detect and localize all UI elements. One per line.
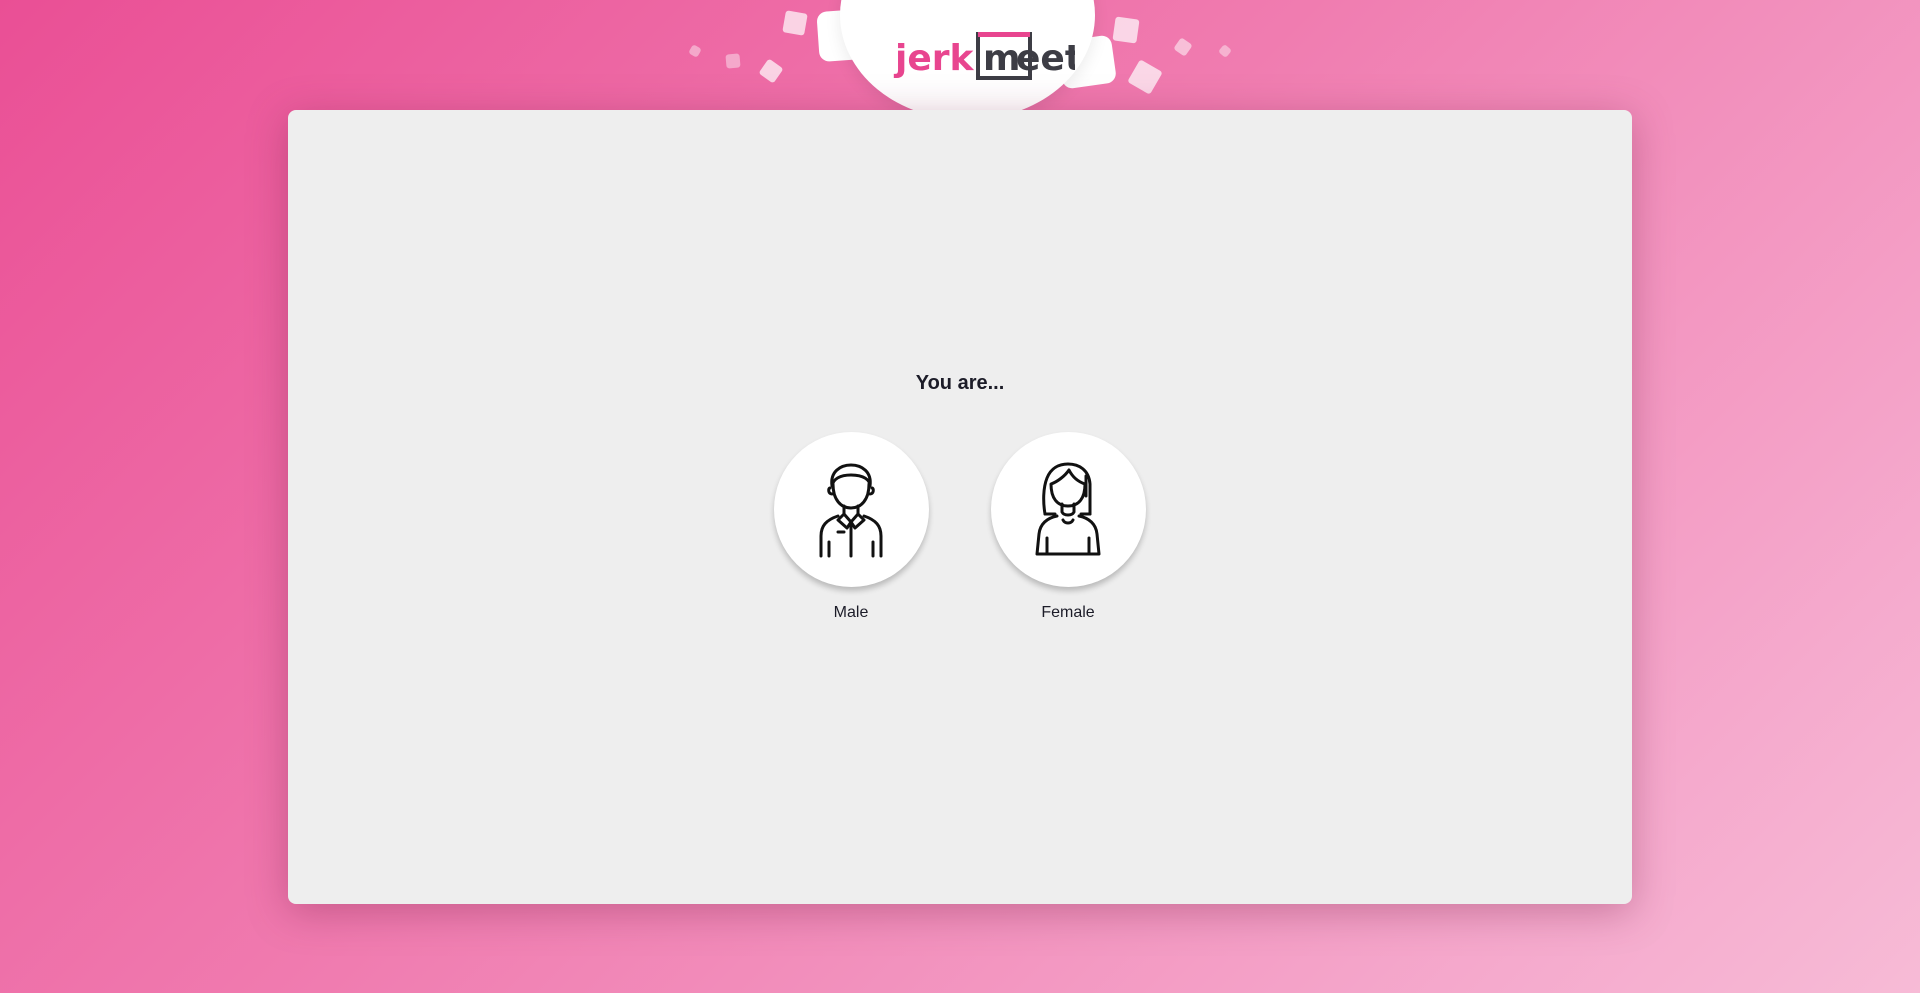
jerkmeet-logo[interactable]: jerk m eet: [875, 28, 1082, 84]
male-avatar-icon: [819, 463, 883, 557]
female-label[interactable]: Female: [990, 604, 1146, 622]
female-avatar-icon: [1035, 462, 1101, 555]
male-label[interactable]: Male: [773, 604, 929, 622]
male-avatar-button[interactable]: [773, 432, 929, 587]
male-option[interactable]: Male: [773, 432, 929, 622]
logo-text-eet: eet: [1016, 38, 1075, 79]
gender-prompt: You are...: [915, 372, 1005, 394]
female-option[interactable]: Female: [990, 432, 1146, 622]
signup-card: You are... Male Female: [288, 110, 1632, 904]
logo-text-m: m: [983, 38, 1021, 79]
logo-area: jerk m eet: [680, 0, 1240, 120]
logo-text-jerk: jerk: [893, 38, 975, 79]
female-avatar-button[interactable]: [990, 432, 1146, 587]
